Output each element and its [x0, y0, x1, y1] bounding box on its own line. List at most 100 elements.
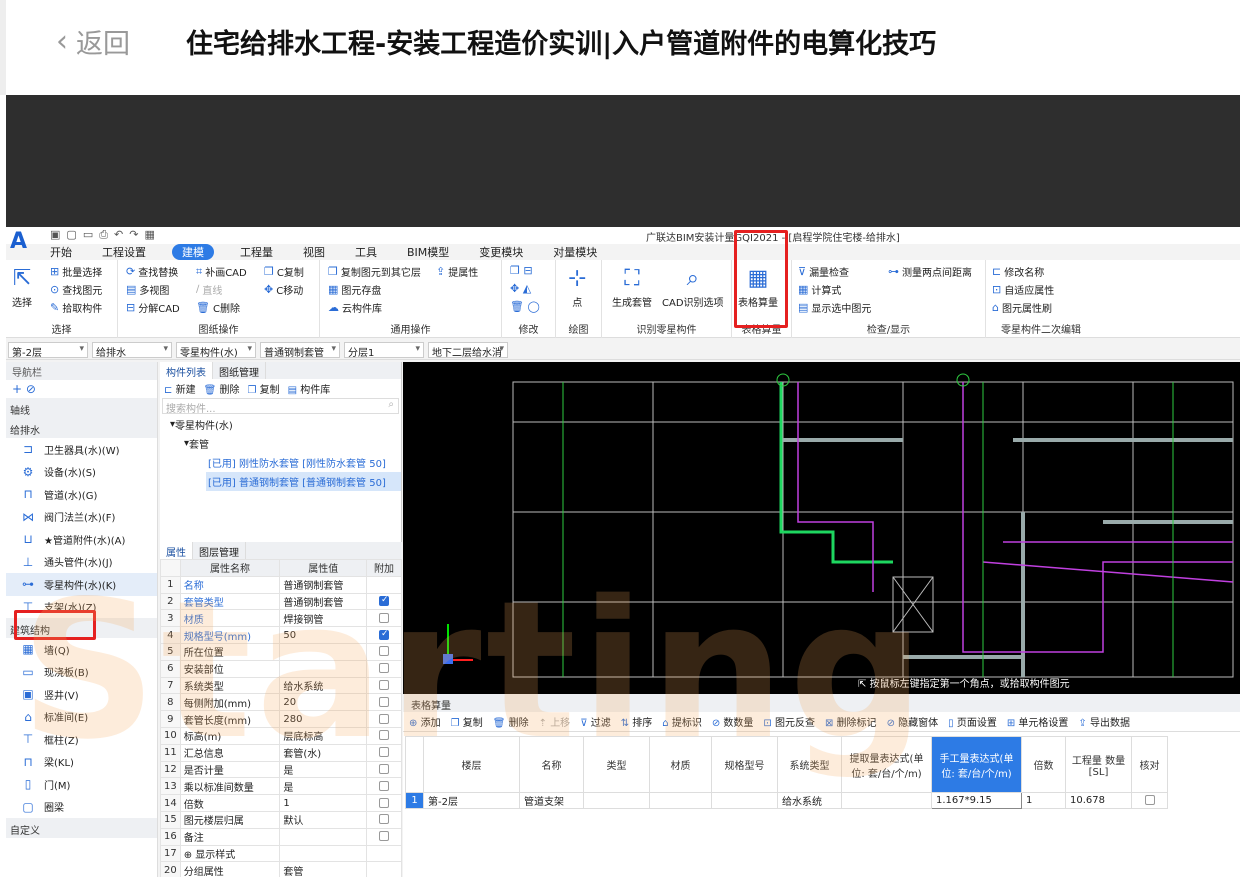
- attach-checkbox[interactable]: [379, 646, 390, 657]
- tab-layer-management[interactable]: 图层管理: [193, 542, 246, 559]
- rename-button[interactable]: ⊏ 修改名称: [992, 264, 1044, 279]
- property-row[interactable]: 11 汇总信息 套管(水): [160, 743, 402, 762]
- nav-item-misc[interactable]: ⊶ 零星构件(水)(K): [6, 573, 157, 596]
- measure-distance-button[interactable]: ⊶ 测量两点间距离: [888, 264, 972, 279]
- nav-item-pipe[interactable]: ⊓ 管道(水)(G): [6, 483, 157, 506]
- component-search-input[interactable]: 搜索构件... ⌕: [162, 398, 399, 415]
- property-row[interactable]: 1 名称 普通钢制套管: [160, 575, 402, 594]
- attr-brush-button[interactable]: ⌂ 图元属性刷: [992, 300, 1052, 315]
- menu-modeling[interactable]: 建模: [172, 244, 214, 260]
- menu-project-settings[interactable]: 工程设置: [98, 244, 150, 260]
- nav-item-door[interactable]: ▯ 门(M): [6, 773, 157, 796]
- attach-checkbox[interactable]: [379, 797, 390, 808]
- add-cad-button[interactable]: ⌗ 补画CAD: [196, 264, 247, 280]
- nav-item-beam[interactable]: ⊓ 梁(KL): [6, 751, 157, 774]
- menu-compare[interactable]: 对量模块: [549, 244, 601, 260]
- cad-identify-options-button[interactable]: ⌕ CAD识别选项: [662, 264, 724, 309]
- attach-checkbox[interactable]: [379, 629, 390, 640]
- pick-component-button[interactable]: ✎ 拾取构件: [50, 300, 102, 315]
- nav-section-custom[interactable]: 自定义: [6, 818, 157, 838]
- print-icon[interactable]: ⎙: [99, 228, 108, 242]
- property-value[interactable]: 普通钢制套管: [279, 592, 368, 611]
- tab-properties[interactable]: 属性: [160, 542, 193, 559]
- property-value[interactable]: [279, 844, 368, 863]
- modify-tools[interactable]: ❐ ⊟: [510, 264, 533, 277]
- filter-button[interactable]: ⊽ 过滤: [580, 714, 611, 729]
- property-row[interactable]: 5 所在位置: [160, 642, 402, 661]
- cloud-library-button[interactable]: ☁ 云构件库: [328, 300, 382, 315]
- back-button[interactable]: ‹ 返回: [56, 22, 130, 61]
- menu-bim[interactable]: BIM模型: [403, 244, 453, 260]
- property-row[interactable]: 12 是否计量是: [160, 760, 402, 779]
- mirror-tools[interactable]: ✥ ◭: [510, 282, 531, 295]
- component-library-button[interactable]: ▤ 构件库: [288, 381, 331, 396]
- nav-item-standard-room[interactable]: ⌂ 标准间(E): [6, 706, 157, 729]
- tab-component-list[interactable]: 构件列表: [160, 362, 213, 379]
- property-value[interactable]: 50: [279, 626, 368, 644]
- property-value[interactable]: 1: [279, 794, 368, 812]
- discipline-select[interactable]: 给排水: [92, 342, 172, 359]
- table-row[interactable]: 1 第-2层 管道支架 给水系统 1.167*9.15 1 10.678: [405, 792, 1168, 809]
- rotate-tools[interactable]: 🗑 ◯: [510, 300, 540, 313]
- property-value[interactable]: 默认: [279, 810, 368, 829]
- add-row-button[interactable]: ⊕ 添加: [409, 714, 441, 729]
- tree-group[interactable]: ▾ 套管: [160, 434, 401, 453]
- property-row[interactable]: 17 ⊕ 显示样式: [160, 844, 402, 863]
- nav-item-valve[interactable]: ⋈ 阀门法兰(水)(F): [6, 506, 157, 529]
- check-checkbox[interactable]: [1144, 795, 1155, 805]
- property-value[interactable]: 焊接钢管: [279, 609, 368, 628]
- find-replace-button[interactable]: ⟳ 查找替换: [126, 264, 178, 279]
- property-row[interactable]: 20 分组属性 套管: [160, 861, 402, 877]
- nav-tools[interactable]: + ⊘: [6, 380, 157, 398]
- property-row[interactable]: 13 乘以标准间数量是: [160, 777, 402, 796]
- property-row[interactable]: 14 倍数 1: [160, 794, 402, 812]
- tree-item-rigid-sleeve[interactable]: [已用] 刚性防水套管 [刚性防水套管 50]: [160, 453, 401, 472]
- batch-select-button[interactable]: ⊞ 批量选择: [50, 264, 102, 279]
- cad-canvas[interactable]: ⇱ 按鼠标左键指定第一个角点，或拾取构件图元: [403, 362, 1240, 694]
- attach-checkbox[interactable]: [379, 612, 390, 623]
- delete-component-button[interactable]: 🗑 删除: [204, 381, 240, 396]
- point-button[interactable]: ⊹ 点: [568, 264, 586, 309]
- tree-item-steel-sleeve[interactable]: [已用] 普通钢制套管 [普通钢制套管 50]: [206, 472, 401, 491]
- generate-sleeve-button[interactable]: ⛶ 生成套管: [612, 264, 652, 309]
- menu-change[interactable]: 变更模块: [475, 244, 527, 260]
- formula-button[interactable]: ▦ 计算式: [798, 282, 841, 297]
- undo-icon[interactable]: ↶: [114, 228, 123, 242]
- attach-checkbox[interactable]: [379, 663, 390, 674]
- new-component-button[interactable]: ⊏ 新建: [164, 381, 196, 396]
- nav-item-wall[interactable]: ▦ 墙(Q): [6, 638, 157, 661]
- property-value[interactable]: [279, 827, 368, 846]
- nav-section-axis[interactable]: 轴线: [6, 398, 157, 418]
- tree-root[interactable]: ▾ 零星构件(水): [160, 415, 401, 434]
- nav-item-slab[interactable]: ▭ 现浇板(B): [6, 661, 157, 684]
- manual-expr-cell[interactable]: 1.167*9.15: [931, 792, 1022, 809]
- component-select[interactable]: 普通钢制套管: [260, 342, 340, 359]
- select-button[interactable]: ⇱ 选择: [12, 264, 32, 309]
- type-select[interactable]: 零星构件(水): [176, 342, 256, 359]
- multi-view-button[interactable]: ▤ 多视图: [126, 282, 169, 297]
- property-row[interactable]: 4 规格型号(mm) 50: [160, 626, 402, 644]
- menu-tools[interactable]: 工具: [351, 244, 381, 260]
- property-value[interactable]: 给水系统: [279, 676, 368, 695]
- copy-to-layer-button[interactable]: ❐ 复制图元到其它层: [328, 264, 421, 279]
- nav-item-sanitary[interactable]: ⊐ 卫生器具(水)(W): [6, 438, 157, 461]
- attach-checkbox[interactable]: [379, 831, 390, 842]
- property-row[interactable]: 3 材质 焊接钢管: [160, 609, 402, 628]
- property-value[interactable]: 是: [279, 760, 368, 779]
- attach-checkbox[interactable]: [379, 696, 390, 707]
- extract-attr-button[interactable]: ⇪ 提属性: [436, 264, 478, 279]
- sublayer-select[interactable]: 分层1: [344, 342, 424, 359]
- grid-icon[interactable]: ▦: [144, 228, 154, 242]
- nav-item-ring-beam[interactable]: ▢ 圈梁: [6, 796, 157, 819]
- nav-item-pipe-accessory[interactable]: ⊔ ★管道附件(水)(A): [6, 528, 157, 551]
- c-copy-button[interactable]: ❐ C复制: [264, 264, 304, 279]
- menu-start[interactable]: 开始: [46, 244, 76, 260]
- nav-item-column[interactable]: ⊤ 框柱(Z): [6, 728, 157, 751]
- property-value[interactable]: 普通钢制套管: [279, 575, 368, 594]
- redo-icon[interactable]: ↷: [129, 228, 138, 242]
- nav-item-fitting[interactable]: ⊥ 通头管件(水)(J): [6, 551, 157, 574]
- attach-checkbox[interactable]: [379, 747, 390, 758]
- open-icon[interactable]: ▭: [83, 228, 93, 242]
- copy-row-button[interactable]: ❐ 复制: [451, 714, 483, 729]
- export-button[interactable]: ⇪ 导出数据: [1078, 714, 1130, 729]
